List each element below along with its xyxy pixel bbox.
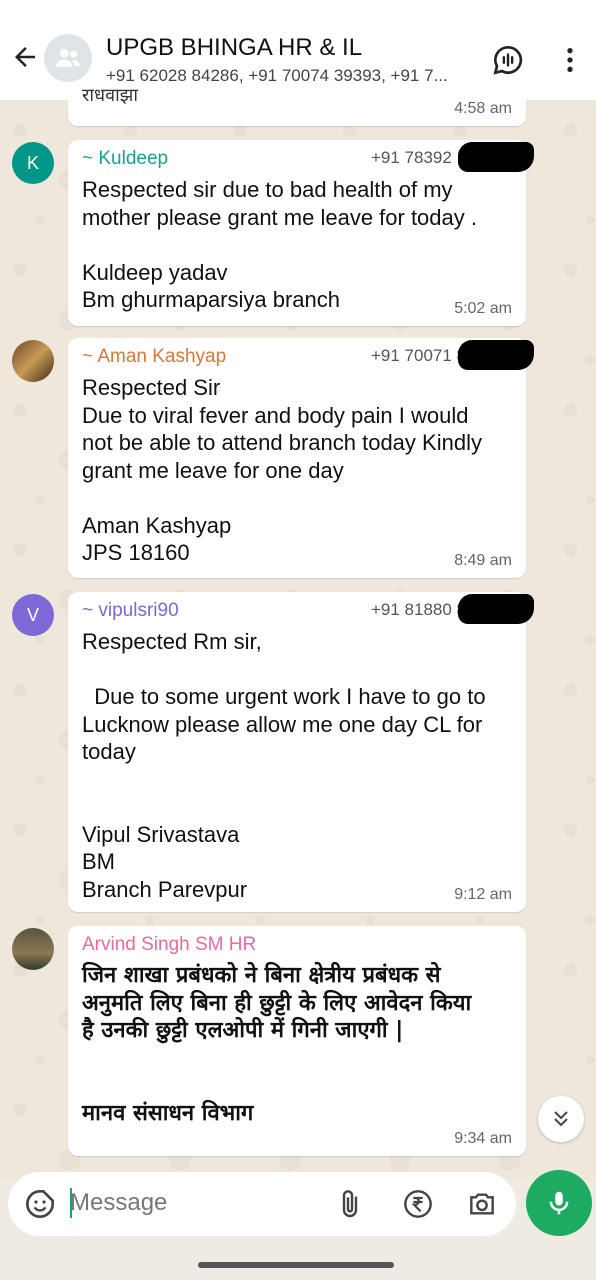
camera-icon[interactable] xyxy=(466,1188,498,1220)
mic-icon xyxy=(549,1191,569,1215)
sender-name[interactable]: ~ Aman Kashyap xyxy=(82,346,226,368)
message-text: जिन शाखा प्रबंधको ने बिना क्षेत्रीय प्रब… xyxy=(82,963,472,1126)
sender-phone: +91 70071 8 xyxy=(370,346,466,365)
voice-message-button[interactable] xyxy=(526,1170,592,1236)
message-time: 4:58 am xyxy=(454,100,512,117)
sender-name[interactable]: Arvind Singh SM HR xyxy=(82,934,256,956)
back-arrow-icon[interactable] xyxy=(10,42,40,72)
message-text: Respected sir due to bad health of my mo… xyxy=(82,177,477,312)
attach-icon[interactable] xyxy=(334,1188,366,1220)
sticker-icon[interactable] xyxy=(24,1188,56,1220)
message-text: Respected Rm sir, Due to some urgent wor… xyxy=(82,629,486,902)
sender-phone: +91 81880 8 xyxy=(370,600,466,619)
message-bubble[interactable]: ~ vipulsri90 +91 81880 8 Respected Rm si… xyxy=(68,592,534,912)
avatar[interactable] xyxy=(12,928,54,970)
avatar[interactable]: K xyxy=(12,142,54,184)
message-composer[interactable]: Message xyxy=(8,1172,516,1236)
message-time: 9:34 am xyxy=(454,1130,512,1147)
voice-chat-icon[interactable] xyxy=(492,44,524,76)
message-input[interactable]: Message xyxy=(70,1189,167,1217)
redaction-mark xyxy=(458,340,534,370)
group-avatar[interactable] xyxy=(44,34,92,82)
message-bubble[interactable]: राधवाझा 4:58 am xyxy=(68,85,526,126)
scroll-to-bottom-button[interactable] xyxy=(538,1096,584,1142)
message-text: राधवाझा xyxy=(82,85,139,105)
rupee-icon[interactable] xyxy=(402,1188,434,1220)
message-bubble[interactable]: ~ Aman Kashyap +91 70071 8 Respected Sir… xyxy=(68,338,534,578)
more-icon[interactable] xyxy=(554,44,586,76)
message-bubble[interactable]: Arvind Singh SM HR जिन शाखा प्रबंधको ने … xyxy=(68,926,526,1156)
sender-phone: +91 78392 1 xyxy=(370,148,466,167)
double-chevron-down-icon xyxy=(554,1111,568,1127)
group-icon xyxy=(56,48,80,67)
gesture-nav-bar[interactable] xyxy=(198,1262,394,1268)
message-text: Respected Sir Due to viral fever and bod… xyxy=(82,375,482,565)
redaction-mark xyxy=(458,594,534,624)
message-time: 8:49 am xyxy=(454,552,512,569)
message-bubble[interactable]: ~ Kuldeep +91 78392 1 Respected sir due … xyxy=(68,140,534,326)
message-time: 9:12 am xyxy=(454,886,512,903)
redaction-mark xyxy=(458,142,534,172)
chat-title[interactable]: UPGB BHINGA HR & IL xyxy=(106,34,362,62)
avatar[interactable] xyxy=(12,340,54,382)
sender-name[interactable]: ~ Kuldeep xyxy=(82,148,168,170)
avatar[interactable]: V xyxy=(12,594,54,636)
message-time: 5:02 am xyxy=(454,300,512,317)
sender-name[interactable]: ~ vipulsri90 xyxy=(82,600,179,622)
